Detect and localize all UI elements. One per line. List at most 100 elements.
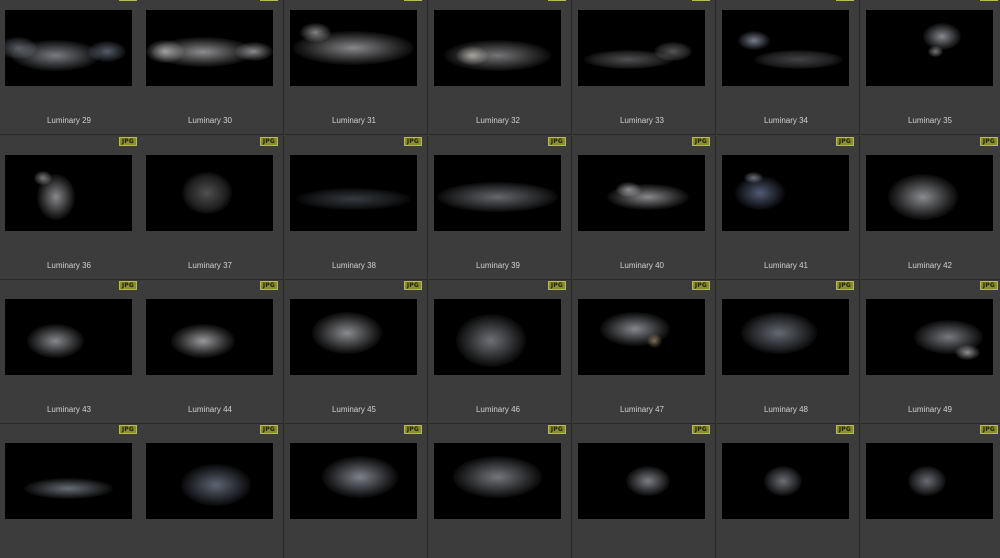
- thumbnail-cell[interactable]: JPG Luminary 44: [141, 280, 284, 424]
- thumbnail-image[interactable]: [5, 299, 132, 375]
- thumbnail-cell[interactable]: JPG Luminary 41: [717, 136, 860, 280]
- jpg-badge: JPG: [259, 281, 278, 290]
- bokeh-glow: [456, 314, 527, 368]
- bokeh-glow: [734, 175, 786, 211]
- jpg-badge: JPG: [547, 425, 566, 434]
- jpg-badge: JPG: [979, 425, 998, 434]
- bokeh-glow: [737, 30, 770, 50]
- thumbnail-image[interactable]: [146, 10, 273, 86]
- bokeh-glow: [146, 40, 185, 64]
- thumbnail-cell[interactable]: JPG Luminary 30: [141, 0, 284, 135]
- bokeh-glow: [234, 42, 273, 62]
- thumbnail-image[interactable]: [578, 299, 705, 375]
- thumbnail-cell[interactable]: JPG Luminary 37: [141, 136, 284, 280]
- bokeh-glow: [5, 36, 37, 60]
- thumbnail-cell[interactable]: JPG Luminary 47: [573, 280, 716, 424]
- thumbnail-cell[interactable]: JPG Luminary 31: [285, 0, 428, 135]
- bokeh-glow: [928, 46, 944, 58]
- thumbnail-cell[interactable]: JPG: [861, 424, 1000, 558]
- thumbnail-cell[interactable]: JPG Luminary 33: [573, 0, 716, 135]
- thumbnail-image[interactable]: [434, 299, 561, 375]
- thumbnail-cell[interactable]: JPG: [573, 424, 716, 558]
- thumbnail-image[interactable]: [290, 155, 417, 231]
- thumbnail-image[interactable]: [434, 155, 561, 231]
- thumbnail-image[interactable]: [434, 10, 561, 86]
- jpg-badge: JPG: [118, 425, 137, 434]
- thumbnail-image[interactable]: [578, 10, 705, 86]
- jpg-badge: JPG: [691, 137, 710, 146]
- bokeh-glow: [152, 36, 254, 67]
- thumbnail-cell[interactable]: JPG Luminary 34: [717, 0, 860, 135]
- thumbnail-cell[interactable]: JPG Luminary 42: [861, 136, 1000, 280]
- thumbnail-label: Luminary 32: [475, 116, 521, 125]
- thumbnail-image[interactable]: [722, 10, 849, 86]
- jpg-badge: JPG: [835, 425, 854, 434]
- thumbnail-label: Luminary 39: [475, 261, 521, 270]
- thumbnail-cell[interactable]: JPG Luminary 40: [573, 136, 716, 280]
- bokeh-glow: [321, 456, 398, 499]
- thumbnail-cell[interactable]: JPG Luminary 46: [429, 280, 572, 424]
- thumbnail-image[interactable]: [866, 443, 993, 519]
- jpg-badge: JPG: [118, 0, 137, 1]
- jpg-badge: JPG: [547, 281, 566, 290]
- thumbnail-label: Luminary 41: [763, 261, 809, 270]
- bokeh-glow: [171, 323, 235, 358]
- thumbnail-cell[interactable]: JPG Luminary 35: [861, 0, 1000, 135]
- thumbnail-image[interactable]: [578, 155, 705, 231]
- jpg-badge: JPG: [403, 281, 422, 290]
- thumbnail-image[interactable]: [434, 443, 561, 519]
- bokeh-glow: [923, 23, 962, 50]
- jpg-badge: JPG: [979, 137, 998, 146]
- jpg-badge: JPG: [835, 281, 854, 290]
- thumbnail-cell[interactable]: JPG: [0, 424, 143, 558]
- thumbnail-cell[interactable]: JPG: [285, 424, 428, 558]
- thumbnail-cell[interactable]: JPG Luminary 29: [0, 0, 143, 135]
- thumbnail-label: Luminary 45: [331, 405, 377, 414]
- thumbnail-cell[interactable]: JPG: [717, 424, 860, 558]
- thumbnail-image[interactable]: [866, 299, 993, 375]
- jpg-badge: JPG: [979, 0, 998, 1]
- bokeh-glow: [954, 344, 981, 360]
- thumbnail-cell[interactable]: JPG Luminary 43: [0, 280, 143, 424]
- thumbnail-cell[interactable]: JPG Luminary 38: [285, 136, 428, 280]
- thumbnail-image[interactable]: [146, 443, 273, 519]
- jpg-badge: JPG: [259, 0, 278, 1]
- bokeh-glow: [36, 174, 75, 220]
- thumbnail-image[interactable]: [290, 10, 417, 86]
- thumbnail-label: Luminary 30: [187, 116, 233, 125]
- bokeh-glow: [741, 312, 818, 355]
- thumbnail-cell[interactable]: JPG Luminary 49: [861, 280, 1000, 424]
- thumbnail-cell[interactable]: JPG Luminary 32: [429, 0, 572, 135]
- thumbnail-image[interactable]: [146, 155, 273, 231]
- bokeh-glow: [437, 181, 558, 212]
- bokeh-glow: [654, 42, 693, 62]
- bokeh-glow: [646, 333, 662, 348]
- thumbnail-cell[interactable]: JPG Luminary 39: [429, 136, 572, 280]
- thumbnail-image[interactable]: [290, 299, 417, 375]
- thumbnail-image[interactable]: [866, 155, 993, 231]
- thumbnail-label: Luminary 46: [475, 405, 521, 414]
- jpg-badge: JPG: [835, 137, 854, 146]
- thumbnail-cell[interactable]: JPG Luminary 45: [285, 280, 428, 424]
- thumbnail-image[interactable]: [290, 443, 417, 519]
- jpg-badge: JPG: [403, 425, 422, 434]
- thumbnail-cell[interactable]: JPG Luminary 48: [717, 280, 860, 424]
- jpg-badge: JPG: [979, 281, 998, 290]
- thumbnail-label: Luminary 35: [907, 116, 953, 125]
- thumbnail-image[interactable]: [866, 10, 993, 86]
- thumbnail-image[interactable]: [146, 299, 273, 375]
- thumbnail-image[interactable]: [722, 299, 849, 375]
- thumbnail-image[interactable]: [578, 443, 705, 519]
- thumbnail-image[interactable]: [5, 443, 132, 519]
- jpg-badge: JPG: [259, 137, 278, 146]
- thumbnail-image[interactable]: [722, 155, 849, 231]
- thumbnail-image[interactable]: [722, 443, 849, 519]
- thumbnail-cell[interactable]: JPG Luminary 36: [0, 136, 143, 280]
- thumbnail-cell[interactable]: JPG: [429, 424, 572, 558]
- jpg-badge: JPG: [259, 425, 278, 434]
- bokeh-glow: [180, 463, 251, 506]
- thumbnail-cell[interactable]: JPG: [141, 424, 284, 558]
- thumbnail-image[interactable]: [5, 10, 132, 86]
- thumbnail-image[interactable]: [5, 155, 132, 231]
- thumbnail-label: Luminary 36: [46, 261, 92, 270]
